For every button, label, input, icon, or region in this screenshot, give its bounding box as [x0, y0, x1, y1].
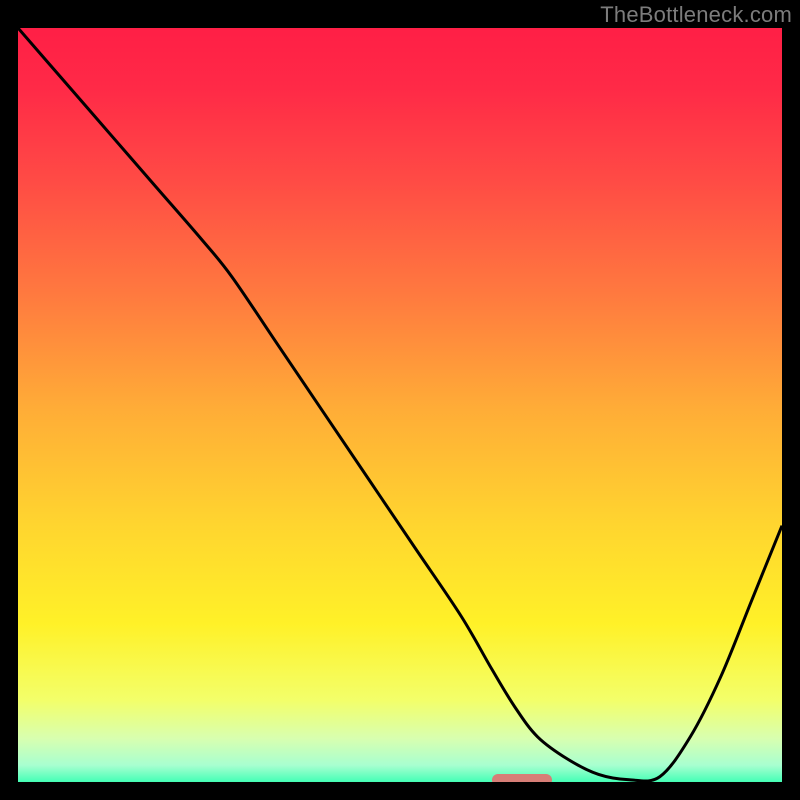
minimum-marker — [492, 774, 552, 782]
line-plot — [18, 28, 782, 782]
watermark-text: TheBottleneck.com — [600, 2, 792, 28]
chart-frame: TheBottleneck.com — [0, 0, 800, 800]
plot-area — [18, 28, 782, 782]
bottleneck-curve — [18, 28, 782, 781]
